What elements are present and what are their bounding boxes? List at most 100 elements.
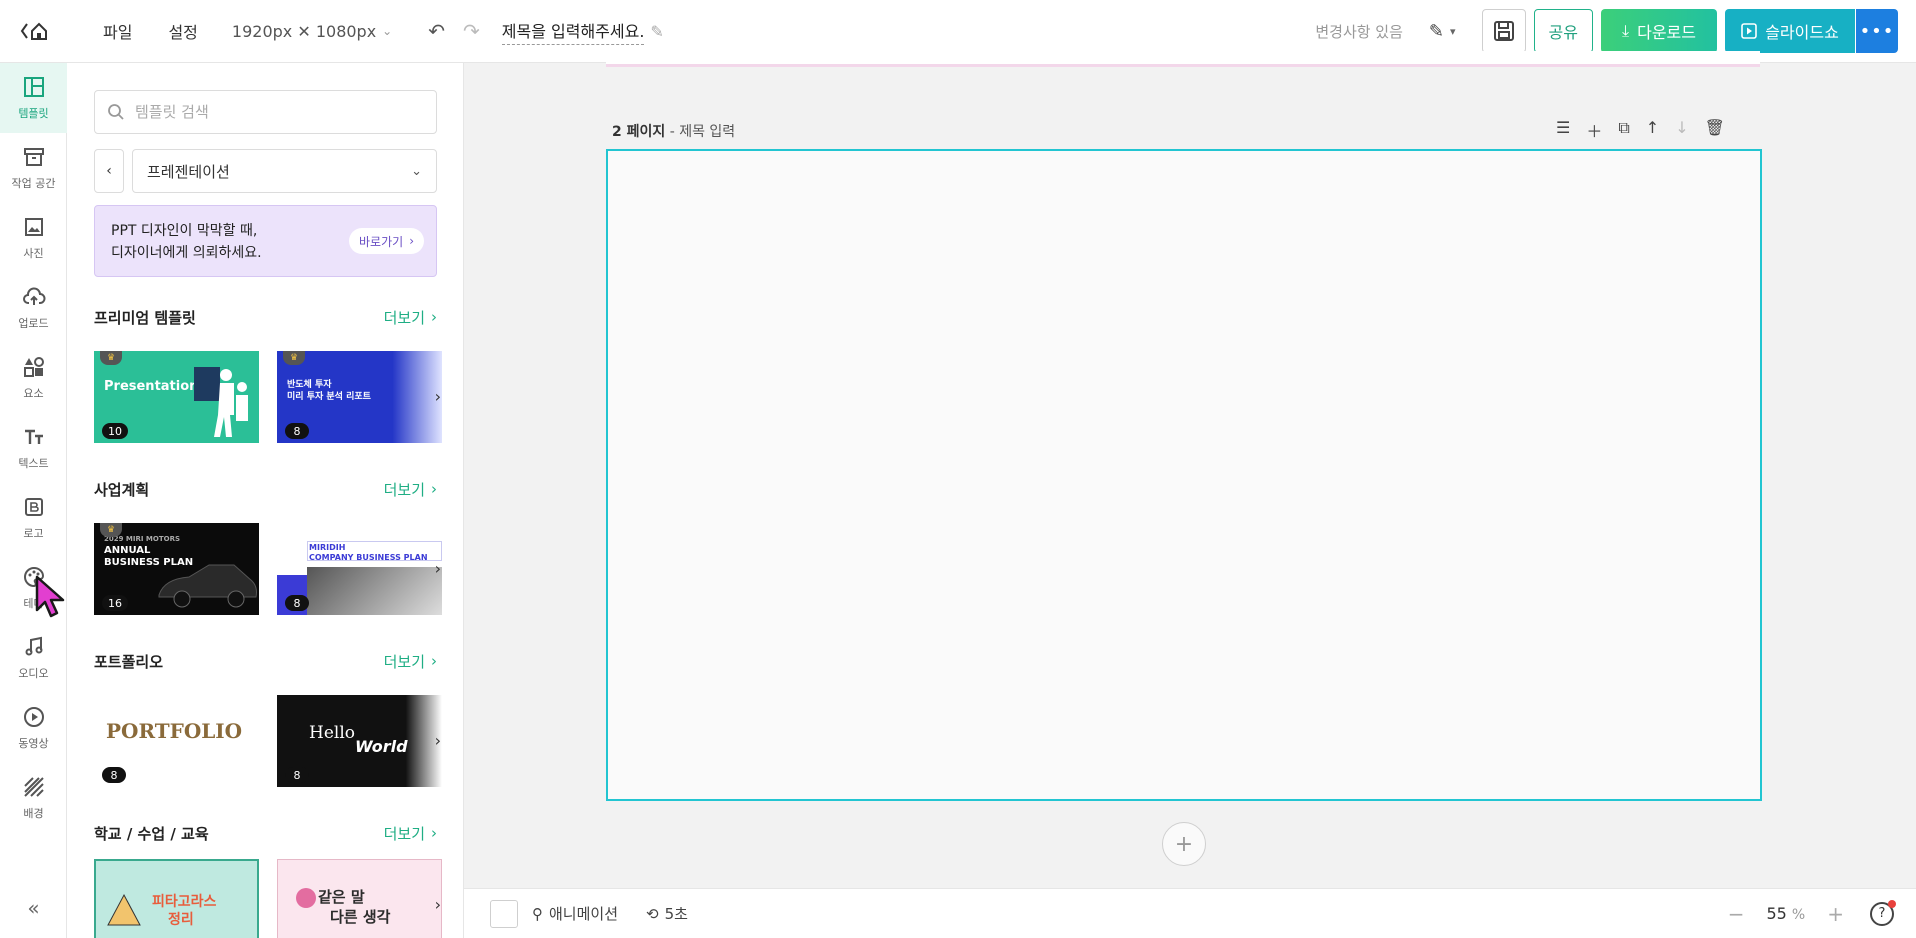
rail-label: 배경 xyxy=(23,807,44,820)
move-up-icon[interactable]: ↑ xyxy=(1646,118,1659,142)
duration-button[interactable]: ⟲ 5초 xyxy=(646,903,688,924)
page-count-badge: 8 xyxy=(285,423,309,439)
thumb-text: 정리 xyxy=(168,912,194,928)
document-title[interactable]: 제목을 입력해주세요. xyxy=(501,18,645,45)
trash-icon[interactable]: 🗑 xyxy=(1705,118,1725,142)
more-label: 더보기 xyxy=(383,824,425,843)
share-button[interactable]: 공유 xyxy=(1533,9,1593,53)
download-label: 다운로드 xyxy=(1637,23,1696,42)
previous-page-edge[interactable] xyxy=(606,51,1760,67)
animation-label: 애니메이션 xyxy=(549,905,619,923)
rail-item-logo[interactable]: 로고 xyxy=(0,483,67,553)
more-link[interactable]: 더보기 › xyxy=(384,823,437,844)
zoom-control: − 55 % + xyxy=(1728,902,1844,926)
section-title: 프리미엄 템플릿 xyxy=(94,308,196,327)
duplicate-icon[interactable]: ⧉ xyxy=(1618,118,1629,142)
rail-label: 업로드 xyxy=(18,317,49,330)
rail-item-elements[interactable]: 요소 xyxy=(0,343,67,413)
search-input[interactable] xyxy=(135,103,415,121)
chevron-right-icon: › xyxy=(409,234,414,248)
rail-item-upload[interactable]: 업로드 xyxy=(0,273,67,343)
crown-icon: ♛ xyxy=(283,351,305,365)
save-button[interactable] xyxy=(1481,9,1526,53)
template-thumbnail[interactable]: MIRIDIH COMPANY BUSINESS PLAN 8 xyxy=(277,523,442,615)
zoom-in-icon[interactable]: + xyxy=(1827,902,1844,926)
download-button[interactable]: ⤓ 다운로드 xyxy=(1601,9,1717,53)
category-back-button[interactable]: ‹ xyxy=(94,149,124,193)
download-icon: ⤓ xyxy=(1622,21,1630,40)
slideshow-label: 슬라이드쇼 xyxy=(1765,23,1839,42)
section-title: 사업계획 xyxy=(94,480,150,499)
more-link[interactable]: 더보기 › xyxy=(384,479,437,500)
more-link[interactable]: 더보기 › xyxy=(384,651,437,672)
more-options-button[interactable]: ••• xyxy=(1856,9,1898,53)
rail-label: 오디오 xyxy=(18,667,49,680)
canvas-size-value: 1920px ✕ 1080px xyxy=(231,21,377,41)
rail-item-text[interactable]: 텍스트 xyxy=(0,413,67,483)
canvas-size-select[interactable]: 1920px ✕ 1080px ⌄ xyxy=(232,22,392,41)
rail-item-photo[interactable]: 사진 xyxy=(0,203,67,273)
chevron-right-icon[interactable]: › xyxy=(435,731,441,750)
add-page-icon[interactable]: ＋ xyxy=(1586,118,1602,142)
play-square-icon xyxy=(1741,23,1757,39)
floppy-icon xyxy=(1493,21,1514,41)
canvas-area: 2 페이지 - 제목 입력 ☰ ＋ ⧉ ↑ ↓ 🗑 + xyxy=(464,51,1916,888)
category-select[interactable]: 프레젠테이션 ⌄ xyxy=(132,149,437,193)
menu-file[interactable]: 파일 xyxy=(103,19,132,43)
zoom-value-wrap[interactable]: 55 % xyxy=(1766,904,1805,923)
background-color-swatch[interactable] xyxy=(490,899,518,928)
more-label: 더보기 xyxy=(383,308,425,327)
zoom-unit: % xyxy=(1791,907,1806,923)
rail-item-video[interactable]: 동영상 xyxy=(0,693,67,763)
home-button[interactable] xyxy=(0,0,67,63)
rail-label: 작업 공간 xyxy=(11,177,56,190)
notes-icon[interactable]: ☰ xyxy=(1556,118,1570,142)
rail-item-background[interactable]: 배경 xyxy=(0,763,67,833)
chevron-right-icon[interactable]: › xyxy=(435,387,441,406)
thumb-text: ANNUAL xyxy=(104,545,151,556)
photo-icon xyxy=(24,218,43,236)
template-thumbnail[interactable]: 2029 MIRI MOTORS ANNUAL BUSINESS PLAN ♛ … xyxy=(94,523,259,615)
template-thumbnail[interactable]: 반도체 투자 미리 투자 분석 리포트 ♛ 8 xyxy=(277,351,442,443)
slideshow-button[interactable]: 슬라이드쇼 xyxy=(1725,9,1855,53)
chevron-right-icon[interactable]: › xyxy=(435,559,441,578)
chevron-right-icon[interactable]: › xyxy=(435,895,441,914)
background-icon xyxy=(23,777,44,797)
rail-label: 동영상 xyxy=(18,737,49,750)
promo-go-button[interactable]: 바로가기 › xyxy=(349,228,424,254)
page-number: 2 페이지 xyxy=(612,124,666,140)
rail-item-workspace[interactable]: 작업 공간 xyxy=(0,133,67,203)
collapse-panel-icon[interactable]: « xyxy=(0,896,67,920)
pen-tool-button[interactable]: ✎ ▾ xyxy=(1429,21,1456,42)
slide-page[interactable] xyxy=(606,149,1762,801)
design-request-banner: PPT 디자인이 막막할 때, 디자이너에게 의뢰하세요. 바로가기 › xyxy=(94,205,437,277)
help-icon[interactable]: ? xyxy=(1870,899,1896,926)
move-down-icon[interactable]: ↓ xyxy=(1675,118,1688,142)
template-search[interactable] xyxy=(94,90,437,134)
template-thumbnail[interactable]: PORTFOLIO 8 xyxy=(94,695,259,787)
pencil-icon[interactable]: ✎ xyxy=(650,22,663,41)
logo-icon xyxy=(24,498,43,516)
pyramid-illustration xyxy=(107,893,141,926)
page-toolbar: ☰ ＋ ⧉ ↑ ↓ 🗑 xyxy=(1556,118,1725,142)
chevron-down-icon: ⌄ xyxy=(382,24,393,38)
animation-button[interactable]: ⚲ 애니메이션 xyxy=(532,903,618,924)
template-thumbnail[interactable]: 피타고라스 정리 xyxy=(94,859,259,938)
chevron-down-icon: ▾ xyxy=(1450,24,1456,38)
zoom-out-icon[interactable]: − xyxy=(1728,902,1745,926)
add-page-button[interactable]: + xyxy=(1162,822,1206,866)
menu-settings[interactable]: 설정 xyxy=(168,19,197,43)
rail-item-audio[interactable]: 오디오 xyxy=(0,623,67,693)
rail-label: 요소 xyxy=(23,387,44,400)
more-link[interactable]: 더보기 › xyxy=(384,307,437,328)
template-thumbnail[interactable]: Hello World 8 xyxy=(277,695,442,787)
notification-dot xyxy=(1888,899,1896,908)
undo-icon[interactable]: ↶ xyxy=(428,19,445,43)
rail-item-template[interactable]: 템플릿 xyxy=(0,63,67,133)
thumb-text: World xyxy=(355,737,408,756)
template-thumbnail[interactable]: 같은 말 다른 생각 xyxy=(277,859,442,938)
more-label: 더보기 xyxy=(383,480,425,499)
redo-icon[interactable]: ↷ xyxy=(463,19,480,43)
template-thumbnail[interactable]: Presentation ♛ 10 xyxy=(94,351,259,443)
page-title-input[interactable]: 제목 입력 xyxy=(679,124,735,140)
